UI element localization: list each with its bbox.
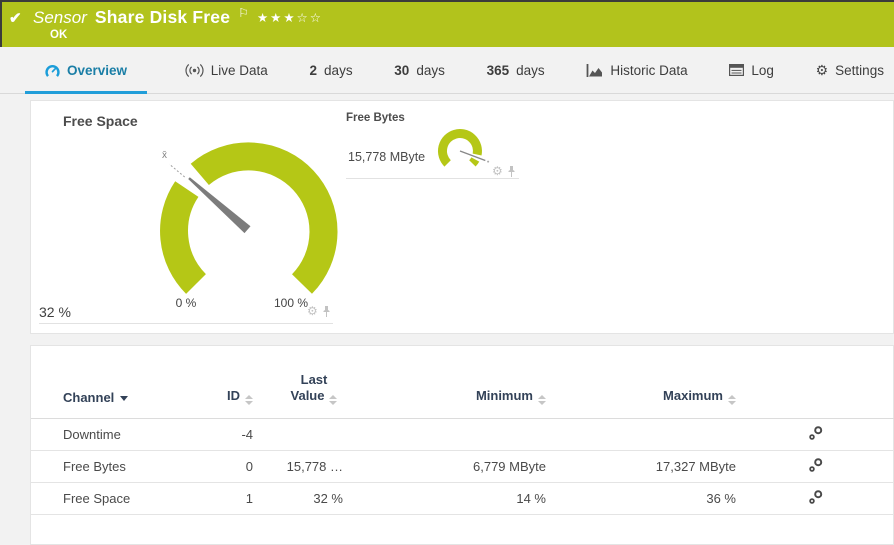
free-bytes-gauge [428, 119, 492, 183]
tab-live-data[interactable]: Live Data [181, 47, 272, 93]
status-ok-check-icon: ✔ [9, 9, 22, 27]
table-row: Free Bytes 0 15,778 … 6,779 MByte 17,327… [31, 451, 894, 483]
gauge-scale-min-label: 0 % [161, 296, 211, 310]
tab-2-days-label: days [324, 63, 353, 78]
tab-2-days[interactable]: 2 days [306, 47, 357, 93]
average-marker-dot [487, 161, 489, 163]
free-bytes-block-divider [346, 178, 519, 179]
tab-settings[interactable]: ⚙ Settings [812, 47, 888, 93]
tab-365-days[interactable]: 365 days [483, 47, 549, 93]
column-header-actions [736, 346, 894, 419]
sensor-header: ✔ Sensor Share Disk Free ⚐ ★★★☆☆ OK [0, 0, 894, 47]
priority-stars-rating[interactable]: ★★★☆☆ [257, 10, 323, 25]
overview-gauges-panel: Free Space x̄ 0 % 100 % 32 % ⚙ Free Byte… [30, 100, 894, 334]
channel-name[interactable]: Free Bytes [31, 451, 201, 483]
gear-icon: ⚙ [816, 63, 829, 77]
channel-last-value: 32 % [253, 483, 343, 515]
channel-id: 0 [201, 451, 253, 483]
channel-settings-icon[interactable] [808, 489, 824, 505]
tab-30-days-number: 30 [394, 63, 409, 78]
gauge-pin-icon[interactable] [507, 166, 516, 177]
priority-flag-icon[interactable]: ⚐ [238, 6, 249, 20]
historic-chart-icon [586, 64, 603, 77]
channel-maximum: 17,327 MByte [546, 451, 736, 483]
sensor-title: Share Disk Free [95, 7, 230, 28]
channel-last-value: 15,778 … [253, 451, 343, 483]
column-header-last-value[interactable]: Last Value [253, 346, 343, 419]
tab-365-days-label: days [516, 63, 545, 78]
table-row: Free Space 1 32 % 14 % 36 % [31, 483, 894, 515]
sort-icon[interactable] [245, 395, 253, 405]
table-row: Downtime -4 [31, 419, 894, 451]
tab-historic-data-label: Historic Data [610, 63, 687, 78]
free-space-block-divider [39, 323, 333, 324]
channels-table: Channel ID Last Value Minimum Maximum [31, 346, 894, 515]
tab-log-label: Log [751, 63, 774, 78]
channel-name[interactable]: Downtime [31, 419, 201, 451]
tab-30-days[interactable]: 30 days [390, 47, 449, 93]
column-header-channel[interactable]: Channel [31, 346, 201, 419]
gauge-needle [188, 177, 250, 233]
column-header-minimum[interactable]: Minimum [343, 346, 546, 419]
window-left-edge [0, 0, 2, 47]
sensor-status-text: OK [50, 29, 67, 41]
sort-icon[interactable] [538, 395, 546, 405]
tab-live-data-label: Live Data [211, 63, 268, 78]
channel-id: -4 [201, 419, 253, 451]
tab-overview-label: Overview [67, 63, 127, 78]
channel-maximum [546, 419, 736, 451]
channel-id: 1 [201, 483, 253, 515]
tab-historic-data[interactable]: Historic Data [582, 47, 691, 93]
channel-minimum [343, 419, 546, 451]
column-header-maximum[interactable]: Maximum [546, 346, 736, 419]
log-icon [729, 64, 744, 76]
tab-log[interactable]: Log [725, 47, 778, 93]
channel-name[interactable]: Free Space [31, 483, 201, 515]
gauge-settings-gear-icon[interactable]: ⚙ [492, 165, 503, 177]
gauge-icon [45, 64, 60, 77]
sort-icon[interactable] [728, 395, 736, 405]
chevron-down-icon [120, 396, 128, 401]
channel-minimum: 6,779 MByte [343, 451, 546, 483]
average-marker-line [169, 164, 184, 177]
channel-last-value [253, 419, 343, 451]
free-bytes-gauge-value: 15,778 MByte [348, 150, 425, 164]
channel-settings-icon[interactable] [808, 425, 824, 441]
live-data-icon [185, 64, 204, 77]
channel-minimum: 14 % [343, 483, 546, 515]
tab-overview[interactable]: Overview [25, 47, 147, 93]
tab-365-days-number: 365 [487, 63, 510, 78]
channel-maximum: 36 % [546, 483, 736, 515]
column-header-id[interactable]: ID [201, 346, 253, 419]
free-bytes-gauge-title: Free Bytes [346, 112, 405, 124]
gauge-settings-gear-icon[interactable]: ⚙ [307, 305, 318, 317]
tab-bar: Overview Live Data 2 days 30 days 365 da… [0, 47, 894, 94]
average-marker-label: x̄ [162, 150, 167, 161]
tab-2-days-number: 2 [310, 63, 318, 78]
free-space-gauge-value: 32 % [39, 304, 71, 320]
sort-icon[interactable] [329, 395, 337, 405]
free-space-gauge: x̄ [149, 131, 349, 301]
channels-panel: Channel ID Last Value Minimum Maximum [30, 345, 894, 545]
window-top-edge [0, 0, 894, 2]
sensor-kind-label: Sensor [33, 8, 87, 28]
channel-settings-icon[interactable] [808, 457, 824, 473]
tab-settings-label: Settings [835, 63, 884, 78]
tab-30-days-label: days [416, 63, 445, 78]
free-space-gauge-title: Free Space [63, 113, 138, 129]
gauge-pin-icon[interactable] [322, 306, 331, 317]
